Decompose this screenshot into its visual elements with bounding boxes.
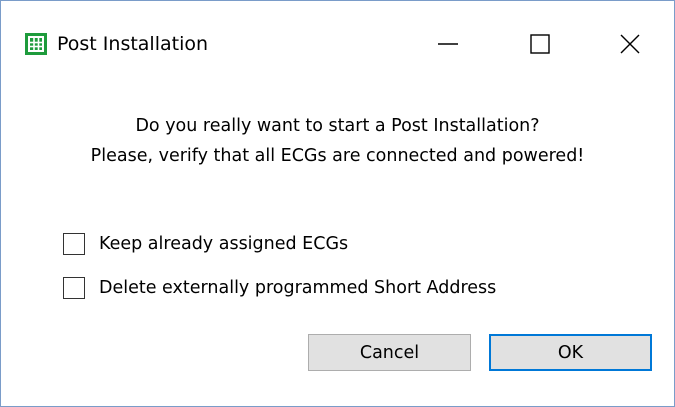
verification-message: Please, verify that all ECGs are connect…	[90, 146, 585, 166]
keep-assigned-ecgs-label: Keep already assigned ECGs	[99, 234, 349, 254]
minimize-button[interactable]	[417, 15, 479, 73]
close-button[interactable]	[599, 15, 661, 73]
window-title: Post Installation	[57, 33, 209, 55]
maximize-icon	[530, 34, 550, 54]
delete-short-address-option[interactable]: Delete externally programmed Short Addre…	[63, 277, 496, 299]
cancel-button[interactable]: Cancel	[308, 334, 471, 371]
keep-assigned-ecgs-option[interactable]: Keep already assigned ECGs	[63, 233, 348, 255]
dialog-body: Do you really want to start a Post Insta…	[1, 87, 674, 406]
title-bar[interactable]: Post Installation	[1, 1, 674, 87]
grid-app-icon	[25, 33, 47, 55]
close-icon	[620, 34, 640, 54]
delete-short-address-label: Delete externally programmed Short Addre…	[99, 278, 497, 298]
delete-short-address-checkbox[interactable]	[63, 277, 85, 299]
confirmation-message: Do you really want to start a Post Insta…	[135, 116, 540, 136]
post-installation-dialog: Post Installation Do you really want to …	[0, 0, 675, 407]
keep-assigned-ecgs-checkbox[interactable]	[63, 233, 85, 255]
minimize-icon	[438, 43, 458, 45]
ok-button[interactable]: OK	[489, 334, 652, 371]
maximize-button[interactable]	[509, 15, 571, 73]
